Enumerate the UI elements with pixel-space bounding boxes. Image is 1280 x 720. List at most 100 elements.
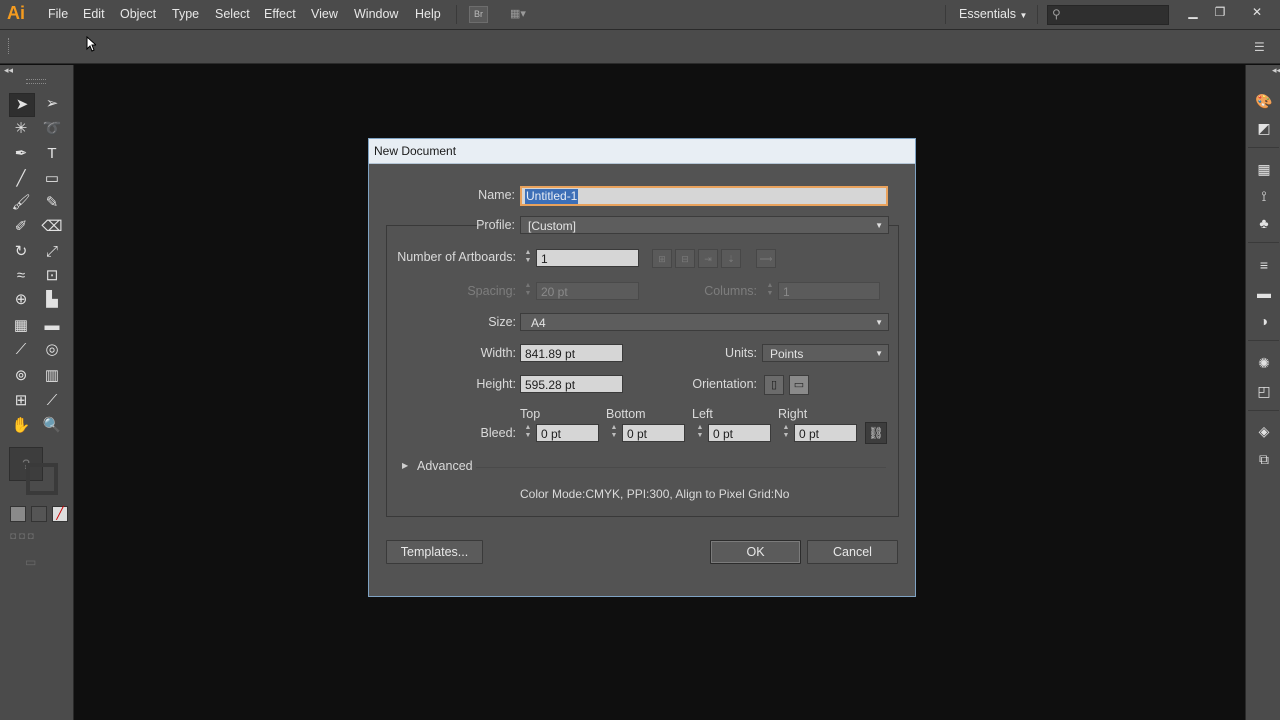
pen-tool-icon[interactable]: ✒ (9, 143, 33, 165)
right-to-left-icon[interactable]: ⟶ (756, 249, 776, 268)
menu-file[interactable]: File (48, 7, 68, 21)
ok-button[interactable]: OK (710, 540, 801, 564)
blend-tool-icon[interactable]: ◎ (40, 339, 64, 361)
bleed-right-stepper-icon[interactable]: ▲ ▼ (779, 424, 793, 442)
rotate-tool-icon[interactable]: ↻ (9, 241, 33, 263)
bleed-top-stepper-icon[interactable]: ▲ ▼ (521, 424, 535, 442)
shape-builder-tool-icon[interactable]: ⊕ (9, 289, 33, 311)
color-panel-icon[interactable]: 🎨 (1253, 91, 1275, 111)
swatches-icon[interactable]: ▦ (1253, 159, 1275, 179)
width-tool-icon[interactable]: ≈ (9, 265, 33, 287)
color-guide-icon[interactable]: ◩ (1253, 118, 1275, 138)
stroke-icon[interactable]: ≡ (1253, 255, 1275, 275)
screen-mode-icon[interactable]: ▭ (25, 555, 47, 569)
selection-tool-icon[interactable]: ➤ (9, 93, 35, 117)
artboards-stepper-icon[interactable]: ▲ ▼ (521, 249, 535, 267)
arrange-by-column-icon[interactable]: ⇣ (721, 249, 741, 268)
menu-effect[interactable]: Effect (264, 7, 296, 21)
zoom-tool-icon[interactable]: 🔍 (40, 415, 64, 437)
expand-icon[interactable]: ◂◂ (1272, 65, 1280, 76)
units-select[interactable]: Points ▼ (762, 344, 889, 362)
gradient-mode-icon[interactable] (31, 506, 47, 522)
collapse-icon[interactable]: ◂◂ (4, 65, 13, 76)
symbols-icon[interactable]: ♣ (1253, 213, 1275, 233)
minimize-icon[interactable]: ▁ (1182, 3, 1204, 21)
expand-triangle-icon[interactable]: ▶ (402, 461, 408, 470)
dialog-title-bar[interactable]: New Document (369, 139, 915, 164)
stroke-swatch-icon[interactable] (26, 463, 58, 495)
hand-tool-icon[interactable]: ✋ (9, 415, 33, 437)
grip-handle[interactable] (8, 38, 12, 54)
grid-by-column-icon[interactable]: ⊟ (675, 249, 695, 268)
type-tool-icon[interactable]: T (40, 143, 64, 165)
templates-button[interactable]: Templates... (386, 540, 483, 564)
arrange-by-row-icon[interactable]: ⇥ (698, 249, 718, 268)
close-icon[interactable]: ✕ (1246, 3, 1268, 21)
graphic-styles-icon[interactable]: ◰ (1253, 381, 1275, 401)
cancel-button[interactable]: Cancel (807, 540, 898, 564)
advanced-toggle[interactable]: Advanced (417, 459, 473, 473)
slice-tool-icon[interactable]: ⟋ (40, 390, 64, 412)
color-mode-icon[interactable] (10, 506, 26, 522)
width-input[interactable]: 841.89 pt (520, 344, 623, 362)
columns-input[interactable]: 1 (778, 282, 880, 300)
bleed-right-input[interactable]: 0 pt (794, 424, 857, 442)
link-bleed-icon[interactable]: ⛓ (865, 422, 887, 444)
blob-brush-tool-icon[interactable]: ✐ (9, 216, 33, 238)
menu-help[interactable]: Help (415, 7, 441, 21)
columns-stepper-icon[interactable]: ▲ ▼ (763, 282, 777, 300)
scale-tool-icon[interactable]: ⤢ (40, 241, 64, 263)
menu-window[interactable]: Window (354, 7, 398, 21)
drawing-modes-icon[interactable]: ◘ ◘ ◘ (10, 531, 66, 545)
bleed-top-input[interactable]: 0 pt (536, 424, 599, 442)
spacing-stepper-icon[interactable]: ▲ ▼ (521, 282, 535, 300)
gradient-tool-icon[interactable]: ▬ (40, 315, 64, 337)
brushes-icon[interactable]: ⟟ (1253, 186, 1275, 206)
profile-select[interactable]: [Custom] ▼ (520, 216, 889, 234)
gradient-icon[interactable]: ▬ (1253, 283, 1275, 303)
bleed-bottom-input[interactable]: 0 pt (622, 424, 685, 442)
bleed-bottom-stepper-icon[interactable]: ▲ ▼ (607, 424, 621, 442)
symbol-sprayer-tool-icon[interactable]: ⊚ (9, 365, 33, 387)
rectangle-tool-icon[interactable]: ▭ (40, 168, 64, 190)
bleed-left-input[interactable]: 0 pt (708, 424, 771, 442)
direct-selection-tool-icon[interactable]: ➢ (40, 93, 64, 115)
mesh-tool-icon[interactable]: ▦ (9, 315, 33, 337)
layers-icon[interactable]: ◈ (1253, 421, 1275, 441)
appearance-icon[interactable]: ✺ (1253, 353, 1275, 373)
restore-icon[interactable]: ❐ (1209, 3, 1231, 21)
landscape-icon[interactable]: ▭ (789, 375, 809, 395)
height-input[interactable]: 595.28 pt (520, 375, 623, 393)
magic-wand-tool-icon[interactable]: ✳ (9, 118, 33, 140)
free-transform-tool-icon[interactable]: ⊡ (40, 265, 64, 287)
perspective-grid-tool-icon[interactable]: ▙ (40, 289, 64, 311)
transparency-icon[interactable]: ◑ (1253, 311, 1275, 331)
arrange-documents-icon[interactable]: ▦▾ (510, 7, 534, 21)
panel-menu-icon[interactable]: ☰ (1254, 40, 1265, 54)
menu-select[interactable]: Select (215, 7, 250, 21)
menu-type[interactable]: Type (172, 7, 199, 21)
grid-by-row-icon[interactable]: ⊞ (652, 249, 672, 268)
search-input[interactable]: ⚲ (1047, 5, 1169, 25)
name-input[interactable]: Untitled-1 (520, 186, 888, 206)
bleed-left-stepper-icon[interactable]: ▲ ▼ (693, 424, 707, 442)
size-select[interactable]: A4 ▼ (520, 313, 889, 331)
none-mode-icon[interactable]: ╱ (52, 506, 68, 522)
grip-handle[interactable] (26, 79, 46, 84)
menu-view[interactable]: View (311, 7, 338, 21)
eyedropper-tool-icon[interactable]: ⟋ (9, 339, 33, 361)
lasso-tool-icon[interactable]: ➰ (40, 118, 64, 140)
column-graph-tool-icon[interactable]: ▥ (40, 365, 64, 387)
bridge-button[interactable]: Br (469, 6, 488, 23)
eraser-tool-icon[interactable]: ⌫ (40, 216, 64, 238)
portrait-icon[interactable]: ▯ (764, 375, 784, 395)
pencil-tool-icon[interactable]: ✎ (40, 192, 64, 214)
artboard-tool-icon[interactable]: ⊞ (9, 390, 33, 412)
artboards-input[interactable]: 1 (536, 249, 639, 267)
workspace-switcher[interactable]: Essentials ▼ (959, 7, 1027, 21)
menu-object[interactable]: Object (120, 7, 156, 21)
spacing-input[interactable]: 20 pt (536, 282, 639, 300)
paintbrush-tool-icon[interactable]: 🖌 (9, 192, 33, 214)
artboards-icon[interactable]: ⧉ (1253, 449, 1275, 469)
line-tool-icon[interactable]: ╱ (9, 168, 33, 190)
